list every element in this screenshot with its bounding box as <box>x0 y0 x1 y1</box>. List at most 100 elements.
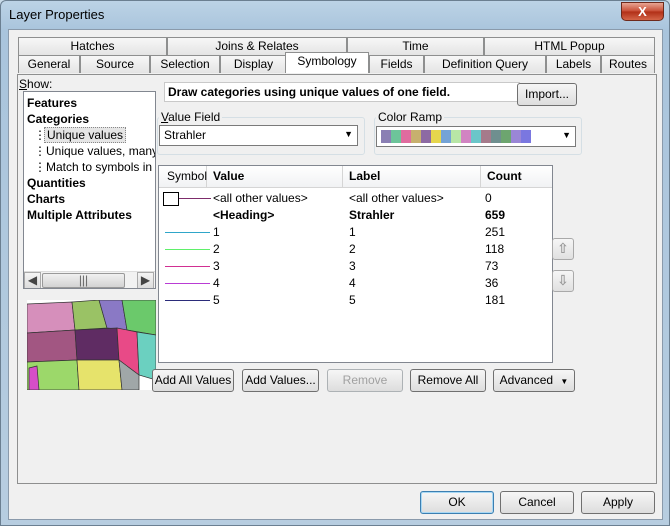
tree-item-features[interactable]: Features <box>27 96 77 110</box>
count-cell: 118 <box>485 242 505 256</box>
color-ramp-swatch-cell <box>381 130 391 143</box>
layer-properties-dialog: Layer Properties X Hatches Joins & Relat… <box>0 0 670 526</box>
tab-labels[interactable]: Labels <box>546 55 601 73</box>
tab-source[interactable]: Source <box>80 55 150 73</box>
color-ramp-swatch-cell <box>491 130 501 143</box>
symbol-line-icon <box>165 283 210 284</box>
value-field-label-rest: alue Field <box>168 110 221 124</box>
value-cell: <all other values> <box>213 191 308 205</box>
close-button[interactable]: X <box>621 2 664 21</box>
tab-selection[interactable]: Selection <box>150 55 220 73</box>
color-ramp-swatch <box>381 130 531 143</box>
symbol-cell[interactable] <box>159 224 211 241</box>
tab-display[interactable]: Display <box>220 55 287 73</box>
tab-symbology[interactable]: Symbology <box>285 52 369 73</box>
tree-item-unique-values-many[interactable]: Unique values, many <box>46 144 155 158</box>
tree-item-quantities[interactable]: Quantities <box>27 176 86 190</box>
remove-all-button[interactable]: Remove All <box>410 369 486 392</box>
move-down-button[interactable]: ⇩ <box>552 270 574 292</box>
column-header-count[interactable]: Count <box>481 166 552 188</box>
add-values-button[interactable]: Add Values... <box>242 369 319 392</box>
scroll-left-icon[interactable]: ◀ <box>24 272 41 288</box>
advanced-button[interactable]: Advanced ▼ <box>493 369 575 392</box>
tree-horizontal-scrollbar[interactable]: ◀ ||| ▶ <box>24 271 155 288</box>
tab-hatches[interactable]: Hatches <box>18 37 167 55</box>
tree-item-multiple-attributes[interactable]: Multiple Attributes <box>27 208 132 222</box>
symbol-cell[interactable] <box>159 292 211 309</box>
label-cell: 1 <box>349 225 356 239</box>
symbol-cell[interactable] <box>159 241 211 258</box>
apply-button[interactable]: Apply <box>581 491 655 514</box>
color-ramp-swatch-cell <box>431 130 441 143</box>
count-cell: 659 <box>485 208 506 222</box>
color-ramp-swatch-cell <box>441 130 451 143</box>
remove-button[interactable]: Remove <box>327 369 403 392</box>
symbol-line-icon <box>165 266 210 267</box>
value-cell: 1 <box>213 225 220 239</box>
tree-connector: ⋮ <box>34 160 46 174</box>
symbol-line-icon <box>179 198 211 199</box>
tree-item-unique-values[interactable]: Unique values <box>44 127 127 143</box>
table-row[interactable]: 5 5 181 <box>159 292 552 309</box>
map-preview-image <box>27 300 156 390</box>
tab-fields[interactable]: Fields <box>369 55 424 73</box>
show-tree[interactable]: Features Categories ⋮ Unique values ⋮ Un… <box>23 91 156 289</box>
add-all-values-button[interactable]: Add All Values <box>152 369 234 392</box>
arrow-down-icon: ⇩ <box>557 272 569 288</box>
column-header-label[interactable]: Label <box>343 166 481 188</box>
value-field-combo[interactable]: Strahler ▼ <box>159 125 358 146</box>
table-row[interactable]: 3 3 73 <box>159 258 552 275</box>
column-header-symbol[interactable]: Symbol <box>159 166 207 188</box>
show-label: Show: <box>19 77 53 91</box>
color-ramp-swatch-cell <box>421 130 431 143</box>
value-cell: 5 <box>213 293 220 307</box>
tree-item-categories[interactable]: Categories <box>27 112 89 126</box>
count-cell: 181 <box>485 293 506 307</box>
value-field-value: Strahler <box>164 128 207 142</box>
ok-button[interactable]: OK <box>420 491 494 514</box>
value-cell: <Heading> <box>213 208 275 222</box>
move-up-button[interactable]: ⇧ <box>552 238 574 260</box>
symbol-line-icon <box>165 300 210 301</box>
value-cell: 2 <box>213 242 220 256</box>
table-row[interactable]: <all other values> <all other values> 0 <box>159 190 552 207</box>
dropdown-arrow-icon: ▼ <box>560 377 569 386</box>
tab-general[interactable]: General <box>18 55 80 73</box>
symbol-cell[interactable] <box>159 207 211 224</box>
scroll-thumb[interactable]: ||| <box>42 273 125 288</box>
unique-values-table[interactable]: Symbol Value Label Count <all other valu… <box>158 165 553 363</box>
label-cell: 2 <box>349 242 356 256</box>
import-button[interactable]: Import... <box>517 83 577 106</box>
tab-definition-query[interactable]: Definition Query <box>424 55 546 73</box>
tab-routes[interactable]: Routes <box>601 55 655 73</box>
symbol-box-icon <box>163 192 179 206</box>
table-row[interactable]: <Heading> Strahler 659 <box>159 207 552 224</box>
tree-item-charts[interactable]: Charts <box>27 192 65 206</box>
close-icon: X <box>638 4 647 19</box>
cancel-button[interactable]: Cancel <box>500 491 574 514</box>
chevron-down-icon[interactable]: ▼ <box>344 129 353 139</box>
column-header-value[interactable]: Value <box>207 166 343 188</box>
tree-item-match-to-symbols[interactable]: Match to symbols in a <box>46 160 155 174</box>
advanced-button-label: Advanced <box>499 373 554 387</box>
renderer-description: Draw categories using unique values of o… <box>164 82 520 102</box>
tab-html-popup[interactable]: HTML Popup <box>484 37 655 55</box>
table-row[interactable]: 1 1 251 <box>159 224 552 241</box>
symbol-cell[interactable] <box>159 275 211 292</box>
scroll-right-icon[interactable]: ▶ <box>137 272 154 288</box>
symbol-cell[interactable] <box>159 190 211 207</box>
count-cell: 0 <box>485 191 492 205</box>
symbol-line-icon <box>165 249 210 250</box>
label-cell: 5 <box>349 293 356 307</box>
label-cell: Strahler <box>349 208 395 222</box>
count-cell: 36 <box>485 276 499 290</box>
table-row[interactable]: 2 2 118 <box>159 241 552 258</box>
color-ramp-combo[interactable]: ▼ <box>376 126 576 147</box>
arrow-up-icon: ⇧ <box>557 240 569 256</box>
table-row[interactable]: 4 4 36 <box>159 275 552 292</box>
color-ramp-swatch-cell <box>521 130 531 143</box>
color-ramp-swatch-cell <box>471 130 481 143</box>
chevron-down-icon[interactable]: ▼ <box>562 130 571 140</box>
count-cell: 73 <box>485 259 499 273</box>
symbol-cell[interactable] <box>159 258 211 275</box>
